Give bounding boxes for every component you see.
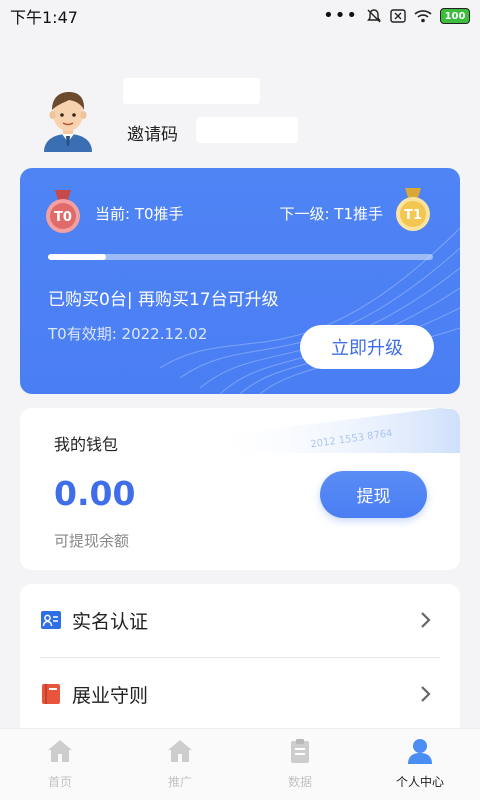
- nav-label: 推广: [167, 775, 192, 789]
- bank-card-decoration: 2012 1553 8764: [200, 408, 460, 453]
- wifi-icon: [414, 10, 432, 23]
- chevron-right-icon: [421, 686, 431, 702]
- current-level-text: 当前: T0推手: [95, 205, 184, 223]
- nav-item-data[interactable]: 数据: [240, 729, 360, 800]
- nav-label: 首页: [47, 775, 72, 789]
- wallet-title: 我的钱包: [54, 435, 119, 454]
- t1-medal-text: T1: [404, 208, 422, 223]
- menu-item-business-rules[interactable]: 展业守则: [20, 658, 460, 730]
- home-icon: [48, 740, 72, 762]
- id-card-icon: [41, 611, 61, 629]
- level-progress-bar: [48, 254, 433, 260]
- sim-x-icon: [390, 9, 406, 23]
- menu-item-label: 展业守则: [72, 684, 149, 707]
- invite-code-value[interactable]: [196, 117, 298, 143]
- status-time: 下午1:47: [10, 8, 78, 27]
- bottom-nav: 首页 推广 数据 个人中心: [0, 728, 480, 800]
- withdraw-button[interactable]: 提现: [320, 471, 427, 518]
- t0-medal-icon: T0: [46, 190, 80, 233]
- t0-medal-text: T0: [54, 210, 72, 225]
- battery-indicator: 100: [440, 8, 470, 24]
- chevron-right-icon: [421, 612, 431, 628]
- nav-item-home[interactable]: 首页: [0, 729, 120, 800]
- menu-item-real-name-verification[interactable]: 实名认证: [20, 584, 460, 656]
- nav-item-personal-center[interactable]: 个人中心: [360, 729, 480, 800]
- status-dots: •••: [323, 5, 358, 26]
- wallet-balance-amount: 0.00: [54, 474, 136, 513]
- menu-item-label: 实名认证: [72, 610, 149, 633]
- menu-card: 实名认证 展业守则: [20, 584, 460, 744]
- validity-date-text: T0有效期: 2022.12.02: [48, 325, 208, 343]
- avatar[interactable]: [38, 84, 98, 152]
- book-icon: [42, 684, 60, 704]
- next-level-text: 下一级: T1推手: [279, 205, 383, 223]
- t1-medal-icon: T1: [396, 188, 430, 231]
- invite-code-label: 邀请码: [127, 125, 178, 145]
- nav-label: 数据: [287, 775, 312, 789]
- clipboard-icon: [291, 739, 309, 763]
- upgrade-now-button[interactable]: 立即升级: [300, 325, 434, 369]
- username-placeholder: [123, 78, 260, 104]
- nav-item-promote[interactable]: 推广: [120, 729, 240, 800]
- level-progress-fill: [48, 254, 106, 260]
- user-icon: [408, 739, 432, 764]
- status-bar: 下午1:47 ••• 100: [0, 0, 480, 32]
- wallet-card: 2012 1553 8764 我的钱包 0.00 可提现余额 提现: [20, 408, 460, 570]
- bell-muted-icon: [367, 9, 381, 23]
- purchase-status-text: 已购买0台| 再购买17台可升级: [48, 290, 279, 310]
- withdrawable-balance-label: 可提现余额: [54, 532, 130, 550]
- home-icon: [168, 740, 192, 762]
- nav-label: 个人中心: [395, 775, 444, 789]
- level-card: T0 当前: T0推手 下一级: T1推手 T1 已购买0台| 再购买17台可升…: [20, 168, 460, 394]
- status-icons: ••• 100: [323, 7, 470, 25]
